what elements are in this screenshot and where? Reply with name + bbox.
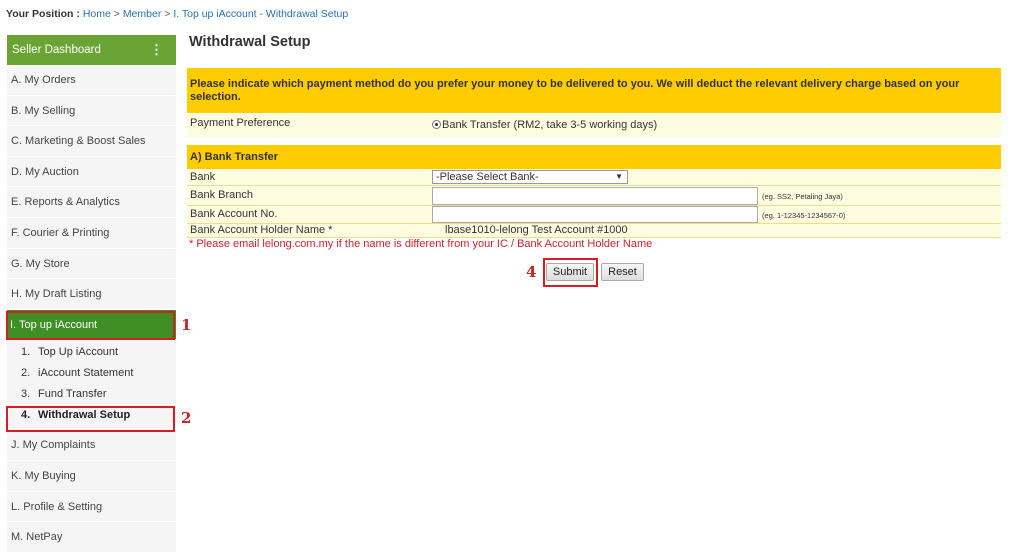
vertical-dots-icon[interactable]: ⋮ xyxy=(150,35,163,65)
sidebar-item-draft-listing[interactable]: H. My Draft Listing xyxy=(7,279,176,310)
radio-selected-icon[interactable] xyxy=(432,120,441,129)
payment-preference-value: Bank Transfer (RM2, take 3-5 working day… xyxy=(442,119,658,131)
bank-account-hint: (eg. 1-12345-1234567-0) xyxy=(762,211,846,220)
account-holder-row: Bank Account Holder Name * lbase1010-lel… xyxy=(187,224,1001,238)
bank-label: Bank xyxy=(190,171,216,183)
breadcrumb-label: Your Position : xyxy=(6,8,80,20)
holder-name-warning: * Please email lelong.com.my if the name… xyxy=(189,238,653,250)
sidebar-item-courier[interactable]: F. Courier & Printing xyxy=(7,217,176,249)
breadcrumb: Your Position : Home > Member > I. Top u… xyxy=(6,8,348,20)
sidebar-item-my-store[interactable]: G. My Store xyxy=(7,248,176,280)
sidebar-item-my-selling[interactable]: B. My Selling xyxy=(7,95,176,127)
submenu-label: iAccount Statement xyxy=(38,367,134,380)
submenu-label: Top Up iAccount xyxy=(38,346,119,359)
bank-select[interactable]: -Please Select Bank- ▼ xyxy=(432,170,628,184)
submenu-number: 3. xyxy=(21,388,31,401)
breadcrumb-separator: > xyxy=(164,8,171,20)
submenu-label: Fund Transfer xyxy=(38,388,107,401)
bank-select-value: -Please Select Bank- xyxy=(436,171,539,183)
payment-preference-option[interactable]: Bank Transfer (RM2, take 3-5 working day… xyxy=(432,119,657,131)
breadcrumb-separator: > xyxy=(113,8,120,20)
submenu-item-statement[interactable]: 2. iAccount Statement xyxy=(7,363,176,384)
page-title: Withdrawal Setup xyxy=(189,34,311,50)
sidebar-header-label: Seller Dashboard xyxy=(12,44,101,56)
sidebar-item-my-complaints[interactable]: J. My Complaints xyxy=(7,430,176,461)
submenu-item-top-up[interactable]: 1. Top Up iAccount xyxy=(7,342,176,363)
instruction-notice: Please indicate which payment method do … xyxy=(187,68,1001,113)
submenu-number: 1. xyxy=(21,346,31,359)
section-title: A) Bank Transfer xyxy=(187,145,1001,169)
sidebar-item-reports[interactable]: E. Reports & Analytics xyxy=(7,187,176,218)
highlight-box-withdrawal-setup xyxy=(6,406,175,432)
account-holder-label: Bank Account Holder Name * xyxy=(190,224,333,236)
bank-branch-label: Bank Branch xyxy=(190,189,253,201)
sidebar-item-my-auction[interactable]: D. My Auction xyxy=(7,156,176,188)
annotation-marker-2: 2 xyxy=(181,409,192,427)
sidebar-item-my-buying[interactable]: K. My Buying xyxy=(7,460,176,492)
breadcrumb-home-link[interactable]: Home xyxy=(83,8,111,20)
bank-account-label: Bank Account No. xyxy=(190,208,278,220)
payment-preference-row: Payment Preference Bank Transfer (RM2, t… xyxy=(187,115,1001,137)
sidebar: Seller Dashboard ⋮ A. My Orders B. My Se… xyxy=(7,35,176,553)
reset-button[interactable]: Reset xyxy=(601,263,644,281)
bank-branch-hint: (eg. SS2, Petaling Jaya) xyxy=(762,192,843,201)
sidebar-item-profile-setting[interactable]: L. Profile & Setting xyxy=(7,491,176,523)
annotation-marker-1: 1 xyxy=(181,316,192,334)
submenu-item-fund-transfer[interactable]: 3. Fund Transfer xyxy=(7,384,176,405)
annotation-marker-4: 4 xyxy=(526,263,537,281)
bank-row: Bank -Please Select Bank- ▼ xyxy=(187,169,1001,186)
breadcrumb-member-link[interactable]: Member xyxy=(123,8,162,20)
payment-preference-label: Payment Preference xyxy=(190,117,291,129)
account-holder-value: lbase1010-lelong Test Account #1000 xyxy=(445,224,628,236)
breadcrumb-current-link[interactable]: I. Top up iAccount - Withdrawal Setup xyxy=(173,8,348,20)
highlight-box-top-up xyxy=(6,311,175,340)
bank-branch-row: Bank Branch (eg. SS2, Petaling Jaya) xyxy=(187,187,1001,206)
sidebar-item-marketing[interactable]: C. Marketing & Boost Sales xyxy=(7,126,176,157)
bank-branch-input[interactable] xyxy=(432,187,758,205)
submit-button[interactable]: Submit xyxy=(546,263,594,281)
submenu-number: 2. xyxy=(21,367,31,380)
bank-account-input[interactable] xyxy=(432,206,758,223)
bank-account-row: Bank Account No. (eg. 1-12345-1234567-0) xyxy=(187,206,1001,224)
sidebar-item-netpay[interactable]: M. NetPay xyxy=(7,522,176,553)
sidebar-item-my-orders[interactable]: A. My Orders xyxy=(7,65,176,96)
dropdown-arrow-icon: ▼ xyxy=(615,172,623,181)
sidebar-header[interactable]: Seller Dashboard ⋮ xyxy=(7,35,176,65)
